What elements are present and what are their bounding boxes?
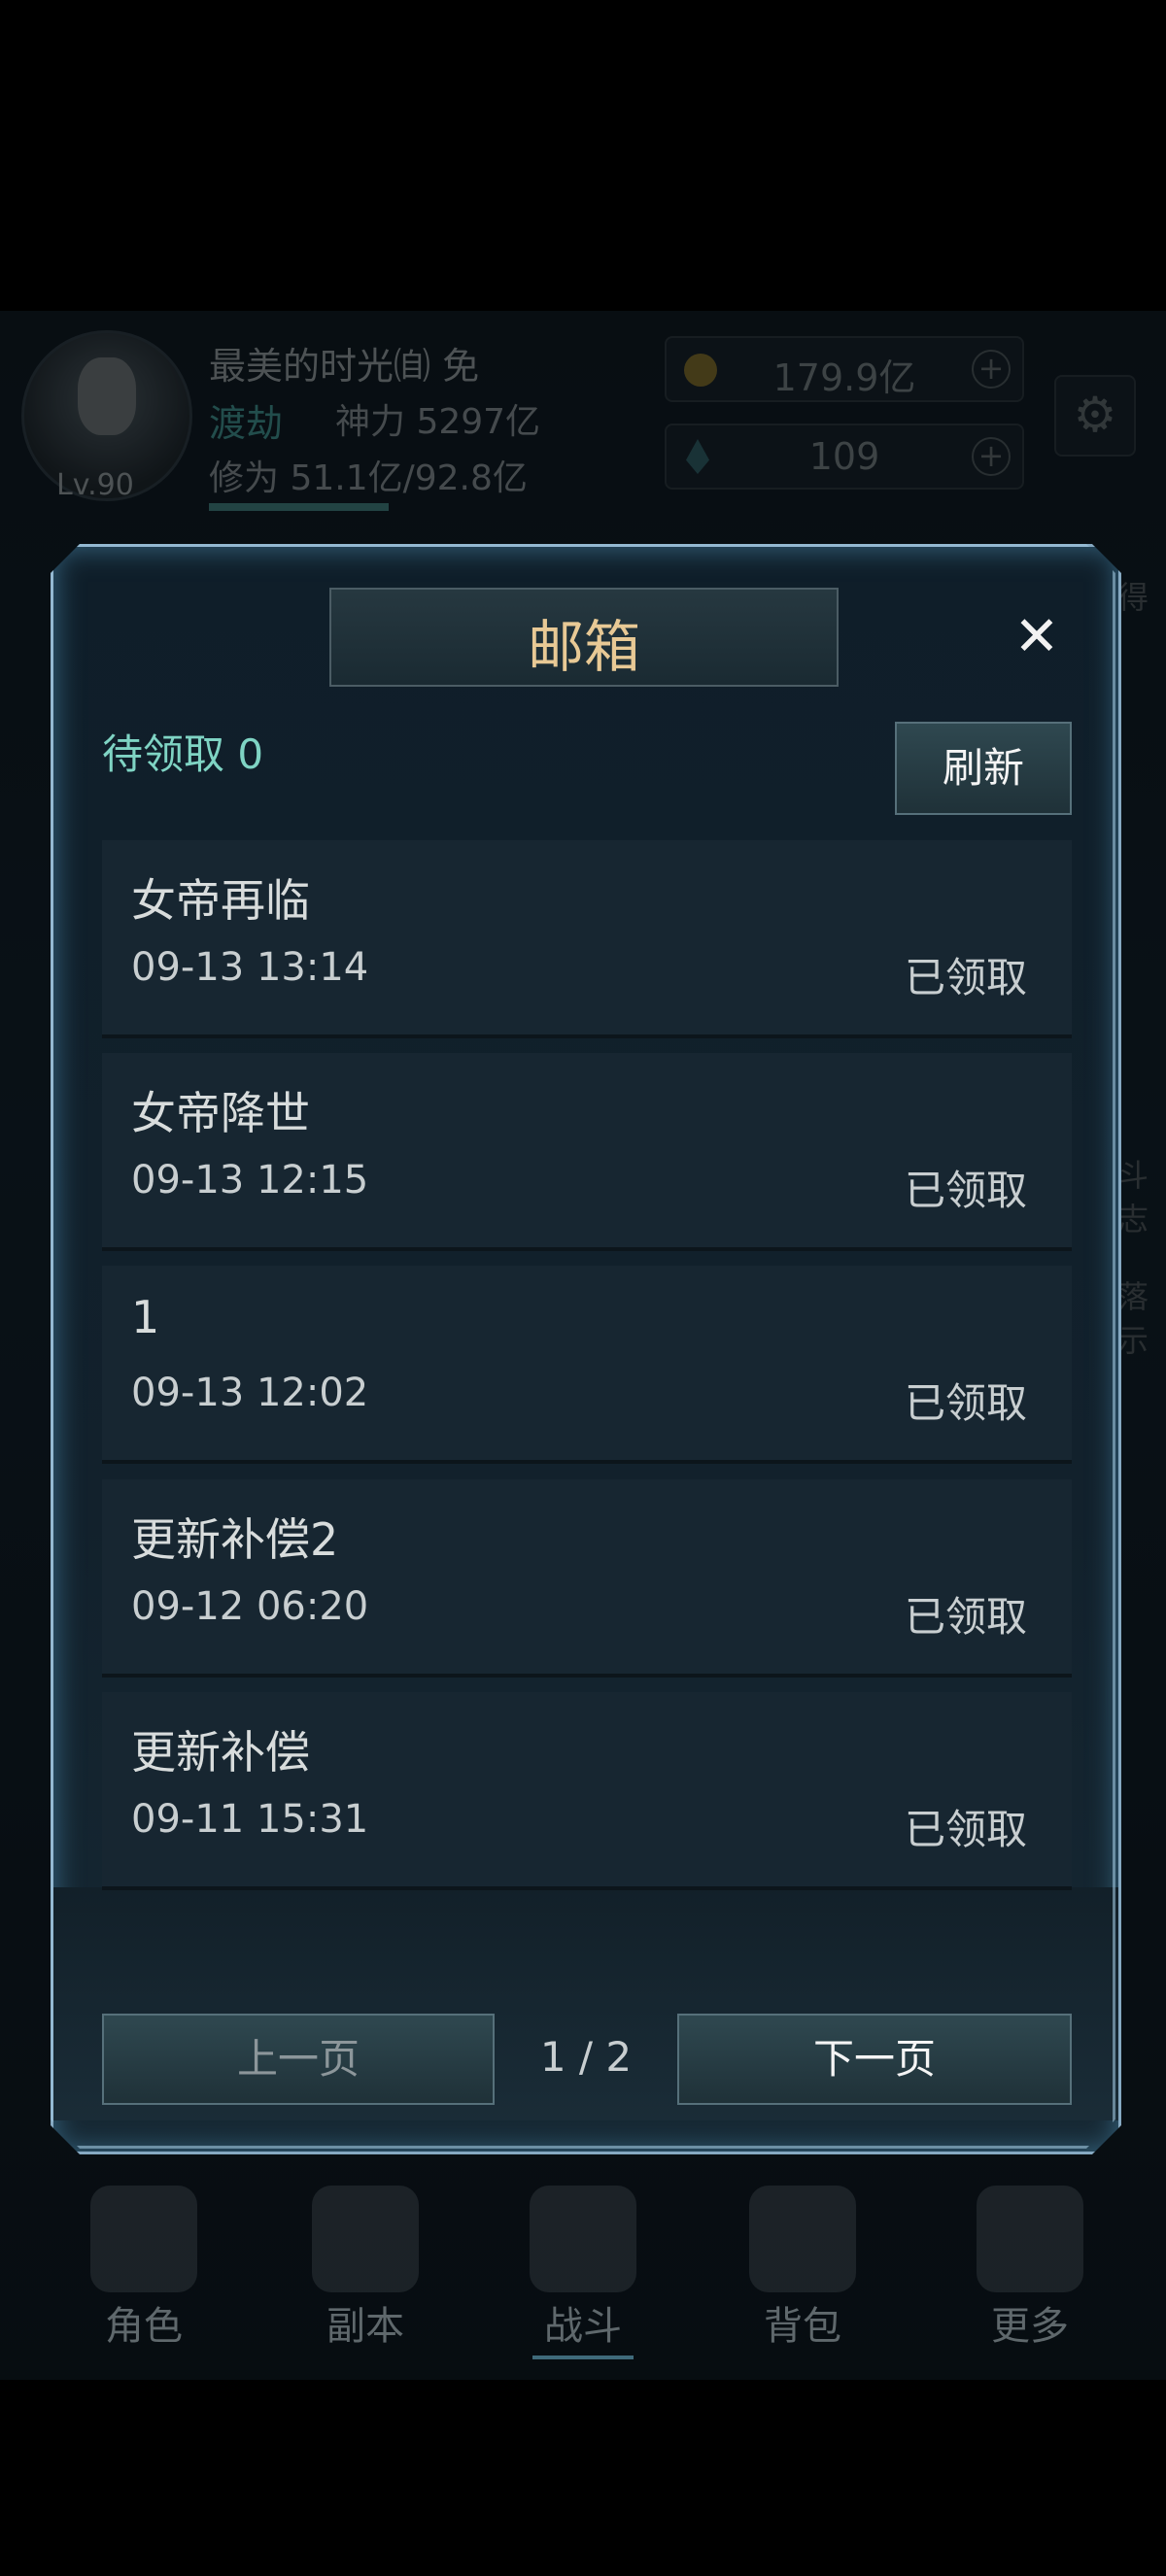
page-indicator: 1 / 2 xyxy=(539,2033,633,2081)
mail-time: 09-11 15:31 xyxy=(131,1797,369,1842)
mail-status: 已领取 xyxy=(904,1379,1027,1427)
mail-item[interactable]: 更新补偿2 09-12 06:20 已领取 xyxy=(102,1479,1072,1674)
mail-time: 09-13 12:15 xyxy=(131,1158,369,1203)
prev-page-button[interactable]: 上一页 xyxy=(102,2014,495,2105)
mail-item[interactable]: 1 09-13 12:02 已领取 xyxy=(102,1266,1072,1460)
mail-status: 已领取 xyxy=(904,1167,1027,1214)
pending-count: 待领取 0 xyxy=(102,730,264,778)
mail-subject: 女帝降世 xyxy=(131,1087,310,1139)
mail-status: 已领取 xyxy=(904,1806,1027,1853)
mail-subject: 更新补偿2 xyxy=(131,1513,339,1566)
mail-subject: 更新补偿 xyxy=(131,1726,310,1779)
nav-battle[interactable]: 战斗 xyxy=(505,2176,661,2351)
nav-bag-label: 背包 xyxy=(764,2304,841,2349)
mail-time: 09-12 06:20 xyxy=(131,1584,369,1629)
mail-item[interactable]: 更新补偿 09-11 15:31 已领取 xyxy=(102,1692,1072,1886)
refresh-button[interactable]: 刷新 xyxy=(895,722,1072,815)
mail-item[interactable]: 女帝再临 09-13 13:14 已领取 xyxy=(102,840,1072,1034)
nav-more-label: 更多 xyxy=(991,2304,1069,2349)
mail-subject: 1 xyxy=(131,1291,160,1343)
bag-icon xyxy=(749,2186,856,2292)
nav-more[interactable]: 更多 xyxy=(952,2176,1108,2351)
mailbox-dialog: 邮箱 ✕ 待领取 0 刷新 女帝再临 09-13 13:14 已领取 女帝降世 … xyxy=(51,544,1121,2154)
mail-item[interactable]: 女帝降世 09-13 12:15 已领取 xyxy=(102,1053,1072,1247)
nav-role-label: 角色 xyxy=(105,2304,183,2349)
dungeon-icon xyxy=(312,2186,419,2292)
mail-time: 09-13 12:02 xyxy=(131,1371,369,1415)
dialog-title: 邮箱 xyxy=(527,614,640,680)
mail-time: 09-13 13:14 xyxy=(131,945,369,990)
nav-active-indicator xyxy=(532,2356,634,2359)
nav-bag[interactable]: 背包 xyxy=(725,2176,880,2351)
mail-status: 已领取 xyxy=(904,1593,1027,1641)
nav-dungeon-label: 副本 xyxy=(326,2304,404,2349)
character-icon xyxy=(90,2186,197,2292)
nav-dungeon[interactable]: 副本 xyxy=(288,2176,443,2351)
crossed-swords-icon xyxy=(530,2186,636,2292)
mail-subject: 女帝再临 xyxy=(131,874,310,927)
nav-battle-label: 战斗 xyxy=(544,2304,622,2349)
bottom-nav: 角色 副本 战斗 背包 更多 xyxy=(0,2176,1166,2380)
title-plate: 邮箱 xyxy=(329,588,839,687)
mail-status: 已领取 xyxy=(904,954,1027,1001)
close-icon[interactable]: ✕ xyxy=(1003,603,1071,671)
more-flower-icon xyxy=(977,2186,1083,2292)
next-page-button[interactable]: 下一页 xyxy=(677,2014,1072,2105)
nav-role[interactable]: 角色 xyxy=(66,2176,222,2351)
